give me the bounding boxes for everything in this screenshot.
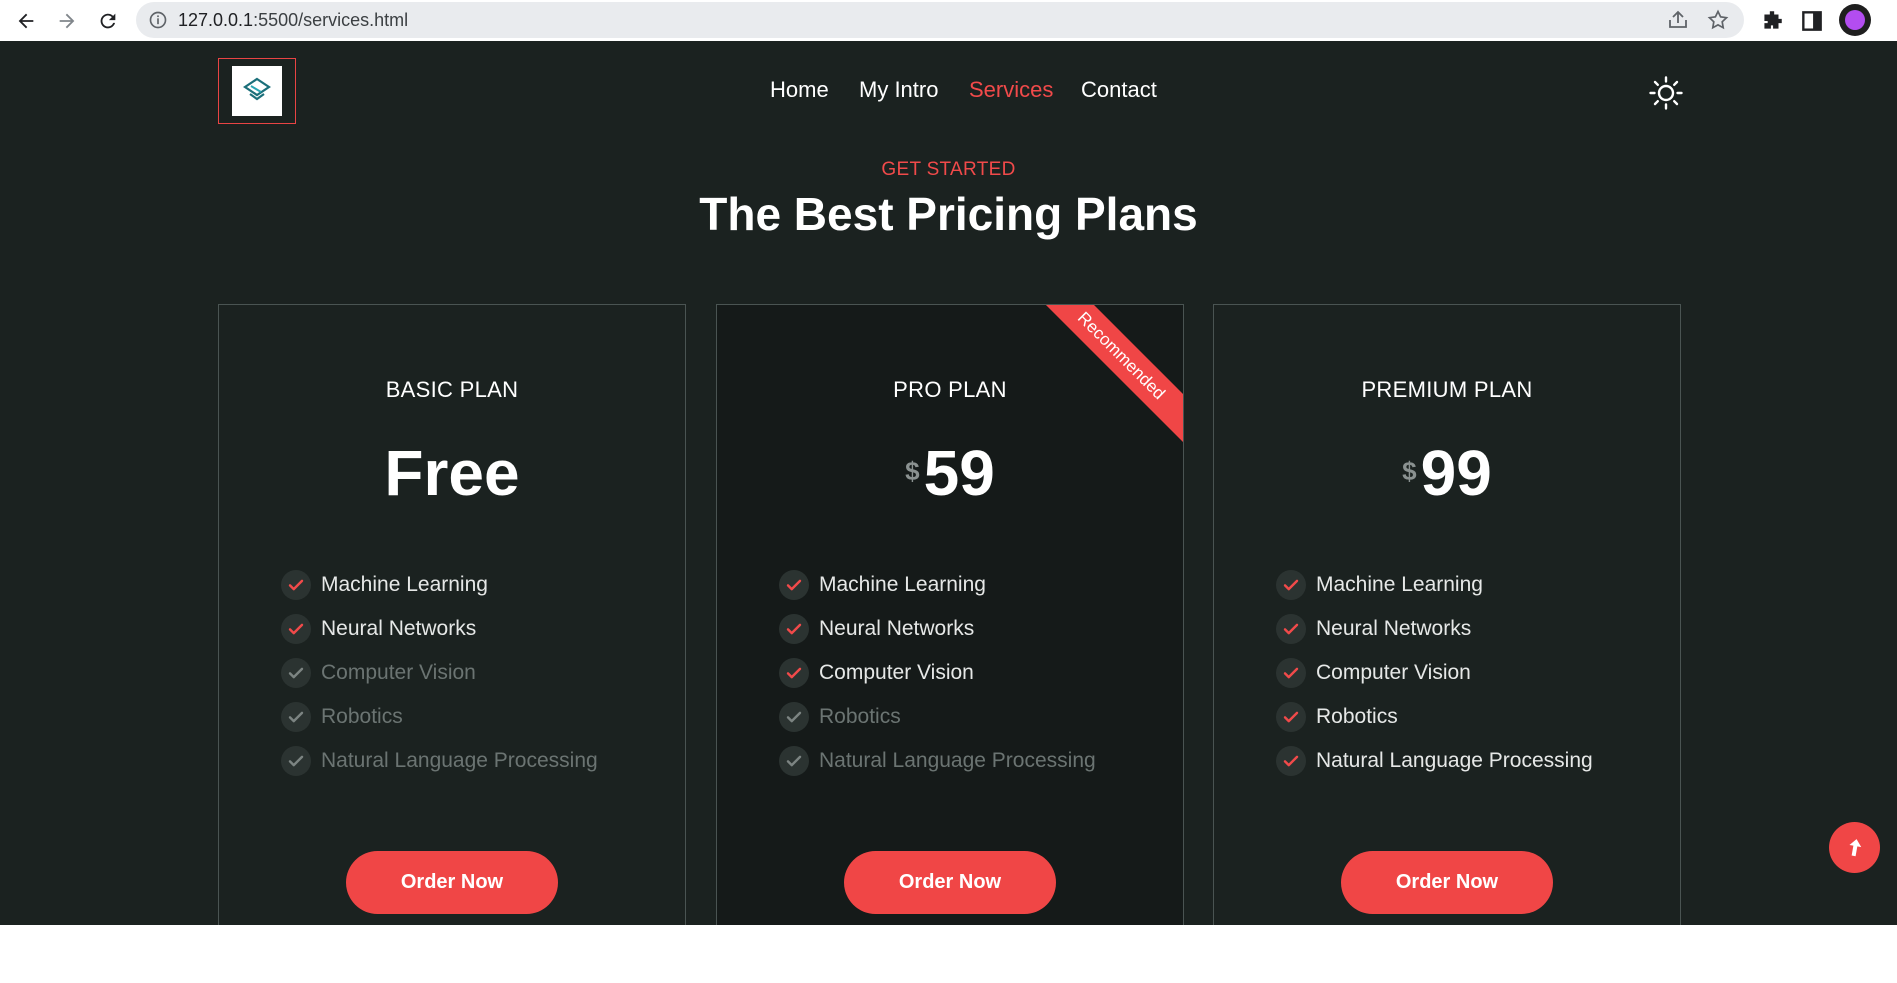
check-icon bbox=[281, 570, 311, 600]
bookmark-star-icon[interactable] bbox=[1706, 8, 1730, 32]
url-host: 127.0.0.1 bbox=[178, 10, 254, 30]
plan-price: $59 bbox=[717, 433, 1183, 513]
feature-item: Natural Language Processing bbox=[281, 739, 598, 783]
feature-label: Natural Language Processing bbox=[321, 749, 598, 772]
feature-item: Robotics bbox=[1276, 695, 1593, 739]
pricing-card-premium: PREMIUM PLAN $99 Machine Learning Neural… bbox=[1213, 304, 1681, 944]
plan-name: PREMIUM PLAN bbox=[1361, 377, 1533, 402]
plan-price: $99 bbox=[1214, 433, 1680, 513]
check-icon bbox=[779, 570, 809, 600]
site-info-icon[interactable] bbox=[148, 10, 168, 30]
avatar bbox=[1845, 10, 1865, 30]
feature-label: Natural Language Processing bbox=[1316, 749, 1593, 772]
price-amount: Free bbox=[384, 437, 520, 509]
side-panel-icon[interactable] bbox=[1799, 8, 1825, 34]
profile-avatar[interactable] bbox=[1839, 4, 1871, 36]
check-icon bbox=[779, 746, 809, 776]
nav-contact[interactable]: Contact bbox=[1081, 77, 1157, 103]
main-nav: Home My Intro Services Contact bbox=[0, 77, 1897, 109]
check-icon bbox=[1276, 570, 1306, 600]
feature-item: Machine Learning bbox=[779, 563, 1096, 607]
currency-symbol: $ bbox=[1402, 456, 1417, 486]
feature-label: Robotics bbox=[1316, 705, 1398, 728]
feature-list: Machine Learning Neural Networks Compute… bbox=[1276, 563, 1593, 783]
check-icon bbox=[1276, 614, 1306, 644]
order-now-button[interactable]: Order Now bbox=[346, 851, 558, 914]
price-amount: 59 bbox=[923, 437, 995, 509]
sun-icon bbox=[1649, 76, 1683, 110]
feature-label: Neural Networks bbox=[819, 617, 975, 640]
check-icon bbox=[281, 746, 311, 776]
feature-item: Computer Vision bbox=[281, 651, 598, 695]
feature-list: Machine Learning Neural Networks Compute… bbox=[779, 563, 1096, 783]
feature-label: Natural Language Processing bbox=[819, 749, 1096, 772]
feature-item: Neural Networks bbox=[779, 607, 1096, 651]
currency-symbol: $ bbox=[905, 456, 920, 486]
plan-name: PRO PLAN bbox=[893, 377, 1007, 402]
order-now-button[interactable]: Order Now bbox=[844, 851, 1056, 914]
feature-item: Computer Vision bbox=[779, 651, 1096, 695]
pricing-card-basic: BASIC PLAN Free Machine Learning Neural … bbox=[218, 304, 686, 944]
feature-label: Neural Networks bbox=[321, 617, 477, 640]
services-page: Home My Intro Services Contact GET START… bbox=[0, 41, 1897, 983]
feature-label: Computer Vision bbox=[321, 661, 476, 684]
feature-item: Natural Language Processing bbox=[779, 739, 1096, 783]
feature-label: Machine Learning bbox=[1316, 573, 1483, 596]
nav-my-intro[interactable]: My Intro bbox=[859, 77, 938, 103]
recommended-ribbon: Recommended bbox=[1043, 305, 1183, 445]
arrow-up-icon bbox=[1848, 838, 1861, 856]
ribbon-label: Recommended bbox=[1043, 305, 1183, 445]
scroll-to-top-button[interactable] bbox=[1829, 822, 1880, 873]
feature-label: Neural Networks bbox=[1316, 617, 1472, 640]
nav-services[interactable]: Services bbox=[969, 77, 1053, 103]
back-button[interactable] bbox=[9, 4, 43, 38]
extensions-puzzle-icon[interactable] bbox=[1759, 8, 1785, 34]
check-icon bbox=[281, 702, 311, 732]
check-icon bbox=[1276, 658, 1306, 688]
check-icon bbox=[281, 614, 311, 644]
feature-label: Computer Vision bbox=[819, 661, 974, 684]
price-amount: 99 bbox=[1420, 437, 1492, 509]
feature-item: Neural Networks bbox=[1276, 607, 1593, 651]
check-icon bbox=[779, 614, 809, 644]
feature-label: Computer Vision bbox=[1316, 661, 1471, 684]
check-icon bbox=[1276, 746, 1306, 776]
share-icon[interactable] bbox=[1666, 8, 1690, 32]
feature-list: Machine Learning Neural Networks Compute… bbox=[281, 563, 598, 783]
feature-item: Robotics bbox=[779, 695, 1096, 739]
reload-button[interactable] bbox=[91, 4, 125, 38]
feature-label: Machine Learning bbox=[321, 573, 488, 596]
check-icon bbox=[779, 702, 809, 732]
section-eyebrow: GET STARTED bbox=[881, 159, 1016, 180]
url-path: :5500/services.html bbox=[253, 10, 409, 30]
back-arrow-icon bbox=[18, 13, 34, 29]
nav-home[interactable]: Home bbox=[770, 77, 829, 103]
address-bar[interactable]: 127.0.0.1:5500/services.html bbox=[136, 2, 1744, 38]
pricing-card-pro: Recommended PRO PLAN $59 Machine Learnin… bbox=[716, 304, 1184, 944]
check-icon bbox=[1276, 702, 1306, 732]
theme-toggle-button[interactable] bbox=[1648, 75, 1684, 111]
order-now-button[interactable]: Order Now bbox=[1341, 851, 1553, 914]
feature-item: Neural Networks bbox=[281, 607, 598, 651]
feature-item: Robotics bbox=[281, 695, 598, 739]
forward-arrow-icon bbox=[59, 13, 75, 29]
forward-button[interactable] bbox=[50, 4, 84, 38]
plan-price: Free bbox=[219, 433, 685, 513]
reload-icon bbox=[100, 13, 116, 29]
feature-label: Machine Learning bbox=[819, 573, 986, 596]
feature-item: Natural Language Processing bbox=[1276, 739, 1593, 783]
feature-item: Machine Learning bbox=[281, 563, 598, 607]
check-icon bbox=[281, 658, 311, 688]
check-icon bbox=[779, 658, 809, 688]
url-text: 127.0.0.1:5500/services.html bbox=[178, 10, 408, 31]
page-title: The Best Pricing Plans bbox=[699, 188, 1198, 240]
feature-label: Robotics bbox=[321, 705, 403, 728]
browser-toolbar: 127.0.0.1:5500/services.html bbox=[0, 0, 1897, 41]
plan-name: BASIC PLAN bbox=[385, 377, 519, 402]
feature-label: Robotics bbox=[819, 705, 901, 728]
feature-item: Machine Learning bbox=[1276, 563, 1593, 607]
page-bottom-edge bbox=[0, 925, 1897, 983]
feature-item: Computer Vision bbox=[1276, 651, 1593, 695]
